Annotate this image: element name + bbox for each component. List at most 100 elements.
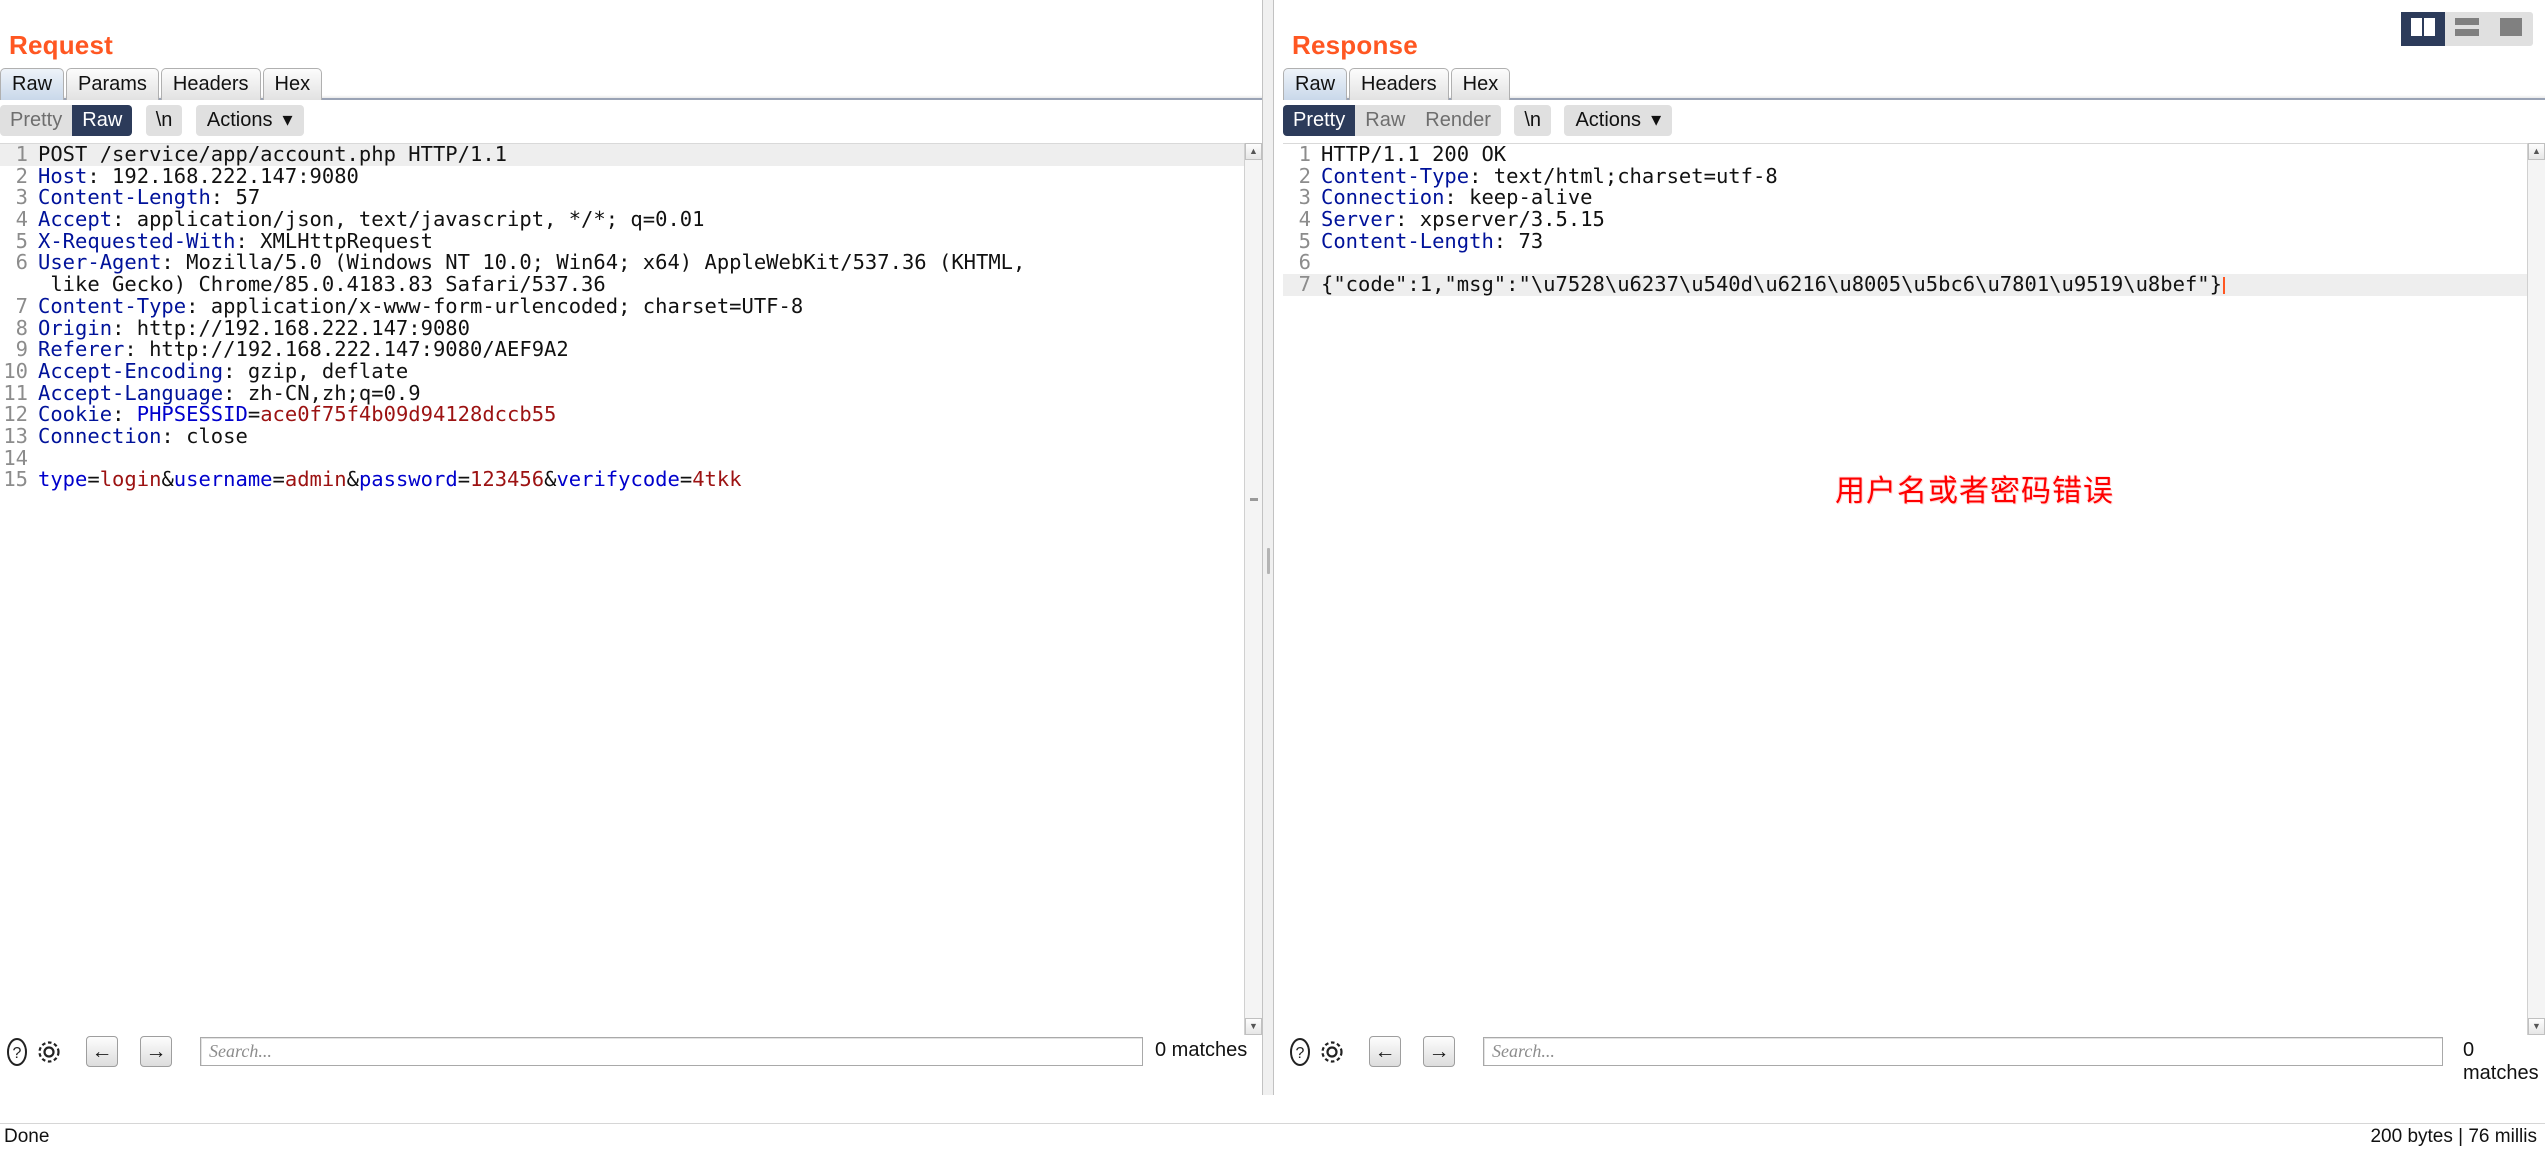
line-text: POST /service/app/account.php HTTP/1.1	[38, 144, 1244, 166]
find-previous-button[interactable]: ←	[86, 1036, 118, 1067]
line-text: Host: 192.168.222.147:9080	[38, 163, 1244, 188]
line-number: 13	[3, 423, 28, 448]
help-icon[interactable]: ?	[1285, 1037, 1315, 1067]
response-code-line: 1 HTTP/1.1 200 OK	[1283, 144, 2527, 166]
response-view-pretty[interactable]: Pretty	[1283, 105, 1356, 136]
response-code-line: 6	[1283, 252, 2527, 274]
find-next-button[interactable]: →	[140, 1036, 172, 1067]
request-code-line: like Gecko) Chrome/85.0.4183.83 Safari/5…	[0, 273, 1244, 296]
line-number: 2	[1298, 163, 1311, 188]
scroll-up-icon[interactable]: ▲	[1245, 143, 1262, 160]
request-tab-headers[interactable]: Headers	[160, 68, 261, 100]
gear-icon[interactable]	[1317, 1037, 1347, 1067]
scroll-down-icon[interactable]: ▼	[2528, 1018, 2545, 1035]
request-search-input[interactable]: Search...	[200, 1037, 1143, 1066]
line-number: 11	[3, 380, 28, 405]
line-text: Accept: application/json, text/javascrip…	[38, 207, 1244, 232]
request-pane: Request Raw Params Headers Hex Pretty Raw \n…	[0, 0, 1262, 1095]
token-val: : XMLHttpRequest	[235, 228, 433, 253]
response-tab-raw[interactable]: Raw	[1283, 68, 1348, 100]
line-number: 6	[15, 250, 28, 275]
token-hdr: Host	[38, 163, 88, 188]
line-text: Connection: close	[38, 425, 1244, 448]
svg-text:?: ?	[13, 1045, 22, 1062]
response-tab-headers[interactable]: Headers	[1349, 68, 1449, 100]
request-view-mode-group: Pretty Raw	[0, 105, 133, 136]
stacked-layout-button[interactable]	[2445, 12, 2489, 46]
token-val: &	[544, 467, 557, 492]
request-code-line: 5 X-Requested-With: XMLHttpRequest	[0, 228, 1244, 253]
request-newline-label: \n	[155, 109, 173, 131]
arrow-right-icon: →	[1428, 1040, 1450, 1063]
line-text: X-Requested-With: XMLHttpRequest	[38, 228, 1244, 253]
scroll-down-icon[interactable]: ▼	[1245, 1018, 1262, 1035]
request-view-pretty[interactable]: Pretty	[0, 105, 72, 136]
response-search-input[interactable]: Search...	[1483, 1037, 2443, 1066]
find-next-button[interactable]: →	[1423, 1036, 1455, 1067]
line-number: 15	[3, 467, 28, 492]
response-code-line: 7 {"code":1,"msg":"\u7528\u6237\u540d\u62…	[1283, 273, 2527, 296]
token-val: :	[112, 402, 137, 427]
response-view-toolbar: Pretty Raw Render \n Actions ▾	[1283, 105, 2545, 139]
line-number: 5	[1298, 228, 1311, 253]
response-actions-label: Actions	[1575, 109, 1642, 131]
response-size-timing: 200 bytes | 76 millis	[2370, 1126, 2537, 1147]
scroll-up-icon[interactable]: ▲	[2528, 143, 2545, 160]
line-text: type=login&username=admin&password=12345…	[38, 467, 1244, 492]
token-val: : http://192.168.222.147:9080	[112, 315, 470, 340]
request-match-count: 0 matches	[1155, 1039, 1248, 1061]
single-pane-layout-button[interactable]	[2489, 12, 2533, 46]
request-view-raw[interactable]: Raw	[72, 105, 133, 136]
find-previous-button[interactable]: ←	[1369, 1036, 1401, 1067]
chevron-down-icon: ▾	[282, 109, 293, 131]
line-number: 14	[3, 445, 28, 470]
response-find-bar: ? ← → Search... 0 matches	[1283, 1035, 2545, 1084]
request-panel-title: Request	[9, 30, 113, 60]
pane-splitter[interactable]	[1262, 0, 1274, 1095]
token-red: ace0f75f4b09d94128dccb55	[260, 402, 557, 427]
token-hdr: Connection	[1321, 185, 1445, 210]
line-number: 4	[15, 207, 28, 232]
line-text: Content-Type: text/html;charset=utf-8	[1321, 165, 2527, 188]
request-tab-params[interactable]: Params	[66, 68, 159, 100]
request-code-line: 4 Accept: application/json, text/javascri…	[0, 207, 1244, 232]
response-view-render[interactable]: Render	[1415, 105, 1501, 136]
request-vertical-scrollbar[interactable]: ▲ ▼	[1244, 143, 1262, 1035]
request-editor[interactable]: 1 POST /service/app/account.php HTTP/1.1 2…	[0, 143, 1244, 1035]
response-actions-menu[interactable]: Actions ▾	[1564, 105, 1673, 136]
gear-icon[interactable]	[34, 1037, 64, 1067]
response-vertical-scrollbar[interactable]: ▲ ▼	[2527, 143, 2545, 1035]
line-number: 10	[3, 358, 28, 383]
line-number: 3	[15, 185, 28, 210]
response-newline-toggle[interactable]: \n	[1514, 105, 1552, 136]
response-view-raw[interactable]: Raw	[1355, 105, 1415, 136]
request-actions-label: Actions	[206, 109, 273, 131]
token-val: HTTP/1.1 200 OK	[1321, 143, 1507, 166]
request-code-line: 10 Accept-Encoding: gzip, deflate	[0, 358, 1244, 383]
token-hdr: Cookie	[38, 402, 113, 427]
request-newline-toggle[interactable]: \n	[145, 105, 183, 136]
response-view-mode-group: Pretty Raw Render	[1283, 105, 1501, 136]
token-hdr: Accept	[38, 207, 113, 232]
request-tab-raw[interactable]: Raw	[0, 68, 65, 100]
token-val: : xpserver/3.5.15	[1395, 207, 1605, 232]
token-val: =	[87, 467, 100, 492]
request-tabbar: Raw Params Headers Hex	[0, 68, 1262, 100]
request-view-toolbar: Pretty Raw \n Actions ▾	[0, 105, 1262, 139]
token-red: login	[99, 467, 162, 492]
side-by-side-layout-button[interactable]	[2401, 12, 2445, 46]
response-code-line: 5 Content-Length: 73	[1283, 228, 2527, 253]
request-tab-hex[interactable]: Hex	[262, 68, 323, 100]
token-val: =	[247, 402, 261, 427]
side-by-side-layout-icon	[2410, 17, 2436, 42]
line-text: like Gecko) Chrome/85.0.4183.83 Safari/5…	[38, 273, 1244, 296]
token-val: : gzip, deflate	[223, 358, 409, 383]
status-message: Done	[4, 1126, 50, 1147]
token-hdr: Accept-Language	[38, 380, 224, 405]
help-icon[interactable]: ?	[2, 1037, 32, 1067]
response-editor[interactable]: 1 HTTP/1.1 200 OK 2 Content-Type: text/html…	[1283, 143, 2527, 1035]
request-actions-menu[interactable]: Actions ▾	[195, 105, 304, 136]
scroll-marker	[1250, 498, 1258, 501]
line-number: 6	[1298, 250, 1311, 275]
response-tab-hex[interactable]: Hex	[1450, 68, 1511, 100]
